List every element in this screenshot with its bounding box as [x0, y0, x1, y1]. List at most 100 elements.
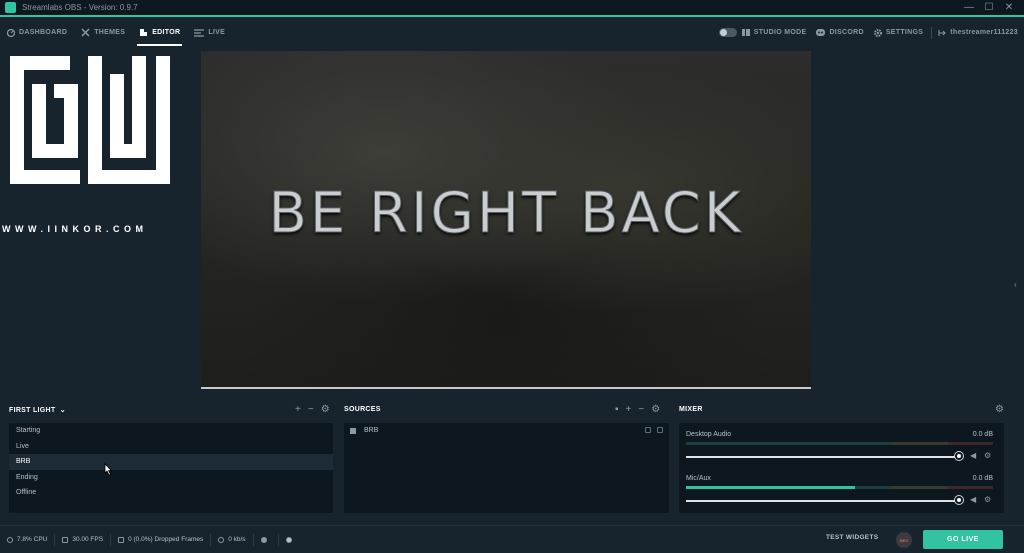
live-icon	[194, 28, 205, 37]
window-title: Streamlabs OBS - Version: 0.9.7	[22, 3, 138, 12]
stream-preview[interactable]: BE RIGHT BACK	[201, 51, 811, 389]
dropped-frames-stat: 0 (0.0%) Dropped Frames	[111, 533, 212, 546]
source-list: BRB	[344, 423, 669, 513]
scene-tools: + − ⚙	[288, 404, 330, 415]
scene-item-ending[interactable]: Ending	[9, 470, 333, 486]
source-item-label: BRB	[364, 427, 379, 434]
minimize-button[interactable]: —	[958, 0, 980, 15]
mixer-channel-db: 0.0 dB	[972, 475, 993, 482]
test-widgets-button[interactable]: TEST WIDGETS	[826, 534, 878, 541]
logout-icon	[938, 29, 946, 36]
source-settings-button[interactable]: ⚙	[651, 404, 660, 415]
mixer-channel-db: 0.0 dB	[972, 431, 993, 438]
editor-icon	[140, 29, 148, 36]
volume-slider[interactable]	[686, 500, 961, 502]
close-button[interactable]: ✕	[998, 0, 1020, 15]
brb-overlay-text: BE RIGHT BACK	[268, 181, 744, 247]
studio-mode-label-wrap[interactable]: STUDIO MODE	[741, 19, 812, 46]
watermark-logo: WWW.IINKOR.COM	[0, 46, 200, 396]
bitrate-stat: 0 kb/s	[211, 533, 254, 546]
status-bar: 7.8% CPU 30.00 FPS 0 (0.0%) Dropped Fram…	[0, 525, 1024, 553]
title-bar: Streamlabs OBS - Version: 0.9.7 — ☐ ✕	[0, 0, 1024, 17]
cpu-icon	[7, 536, 13, 543]
speaker-icon[interactable]: ◀	[970, 495, 976, 504]
info-stat[interactable]	[279, 534, 303, 546]
username: thestreamer111223	[950, 29, 1018, 36]
user-logout[interactable]: thestreamer111223	[935, 19, 1018, 46]
frames-icon	[118, 536, 125, 543]
gear-icon[interactable]: ⚙	[984, 451, 991, 460]
themes-icon	[81, 28, 90, 37]
studio-mode-toggle[interactable]	[718, 28, 737, 37]
nav-editor[interactable]: EDITOR	[132, 19, 187, 46]
bitrate-value: 0 kb/s	[228, 536, 246, 543]
settings-label: SETTINGS	[885, 29, 924, 36]
speaker-icon[interactable]: ◀	[970, 451, 976, 460]
nav-dashboard[interactable]: DASHBOARD	[0, 19, 74, 46]
cpu-stat: 7.8% CPU	[0, 533, 56, 546]
settings-link[interactable]: SETTINGS	[869, 19, 928, 46]
nav-themes[interactable]: THEMES	[74, 19, 132, 46]
fps-stat: 30.00 FPS	[55, 533, 112, 546]
mixer-tools: ⚙	[988, 404, 1004, 415]
add-folder-icon[interactable]: ▪	[615, 404, 619, 415]
mixer-panel: Desktop Audio 0.0 dB ◀ ⚙ Mic/Aux 0.0 dB …	[679, 423, 1004, 513]
mixer-settings-button[interactable]: ⚙	[995, 404, 1004, 415]
studio-mode-icon	[741, 29, 750, 36]
scene-item-brb[interactable]: BRB	[9, 454, 333, 470]
mixer-channel-desktop: Desktop Audio 0.0 dB ◀ ⚙	[686, 431, 993, 471]
bottom-panels: FIRST LIGHT ⌄ + − ⚙ Starting Live BRB En…	[0, 397, 1024, 525]
remove-scene-button[interactable]: −	[308, 404, 314, 415]
nav-divider	[931, 26, 933, 39]
iinkor-logo-icon	[10, 56, 170, 184]
maximize-button[interactable]: ☐	[978, 0, 1000, 15]
volume-meter	[686, 486, 993, 489]
volume-slider-handle[interactable]	[955, 496, 963, 504]
dashboard-icon	[7, 28, 15, 37]
source-item-brb[interactable]: BRB	[344, 423, 669, 438]
nav-live-label: LIVE	[208, 29, 226, 36]
volume-slider-handle[interactable]	[955, 452, 963, 460]
info-icon	[285, 536, 292, 543]
fps-icon	[62, 536, 69, 543]
go-live-button[interactable]: GO LIVE	[923, 530, 1003, 549]
add-source-button[interactable]: +	[626, 404, 632, 415]
mixer-channel-name: Mic/Aux	[686, 475, 711, 482]
record-label: REC	[899, 537, 909, 543]
top-nav: DASHBOARD THEMES EDITOR LIVE STUDIO MODE…	[0, 19, 1024, 46]
add-scene-button[interactable]: +	[295, 404, 301, 415]
fps-value: 30.00 FPS	[72, 536, 104, 543]
lock-icon[interactable]	[645, 427, 651, 433]
scene-collection-name: FIRST LIGHT	[9, 407, 56, 414]
discord-icon	[816, 29, 826, 36]
speedometer-icon	[218, 536, 225, 543]
scene-collection-selector[interactable]: FIRST LIGHT ⌄	[9, 406, 66, 414]
cpu-value: 7.8% CPU	[17, 536, 48, 543]
go-live-label: GO LIVE	[947, 536, 979, 543]
gear-icon	[873, 28, 882, 37]
scene-item-live[interactable]: Live	[9, 439, 333, 455]
remove-source-button[interactable]: −	[638, 404, 644, 415]
nav-live[interactable]: LIVE	[187, 19, 232, 46]
visibility-eye-icon[interactable]	[657, 427, 663, 433]
discord-link[interactable]: DISCORD	[811, 19, 868, 46]
scene-item-starting[interactable]: Starting	[9, 423, 333, 439]
scene-settings-button[interactable]: ⚙	[321, 404, 330, 415]
app-logo-icon	[5, 2, 16, 13]
record-button[interactable]: REC	[896, 532, 912, 548]
chevron-left-icon[interactable]: ‹	[1014, 280, 1017, 289]
mixer-channel-mic: Mic/Aux 0.0 dB ◀ ⚙	[686, 475, 993, 515]
dropped-frames-value: 0 (0.0%) Dropped Frames	[128, 536, 204, 543]
nav-editor-label: EDITOR	[152, 29, 181, 36]
mixer-channel-name: Desktop Audio	[686, 431, 732, 438]
gear-icon[interactable]: ⚙	[984, 495, 991, 504]
logo-caption: WWW.IINKOR.COM	[2, 224, 148, 234]
volume-slider[interactable]	[686, 456, 961, 458]
image-source-icon	[350, 427, 356, 434]
scene-list: Starting Live BRB Ending Offline	[9, 423, 333, 513]
volume-meter	[686, 442, 993, 445]
scene-item-offline[interactable]: Offline	[9, 485, 333, 501]
chevron-down-icon: ⌄	[59, 407, 66, 414]
cloud-upload-icon	[260, 536, 267, 543]
upload-stat[interactable]	[254, 533, 279, 546]
